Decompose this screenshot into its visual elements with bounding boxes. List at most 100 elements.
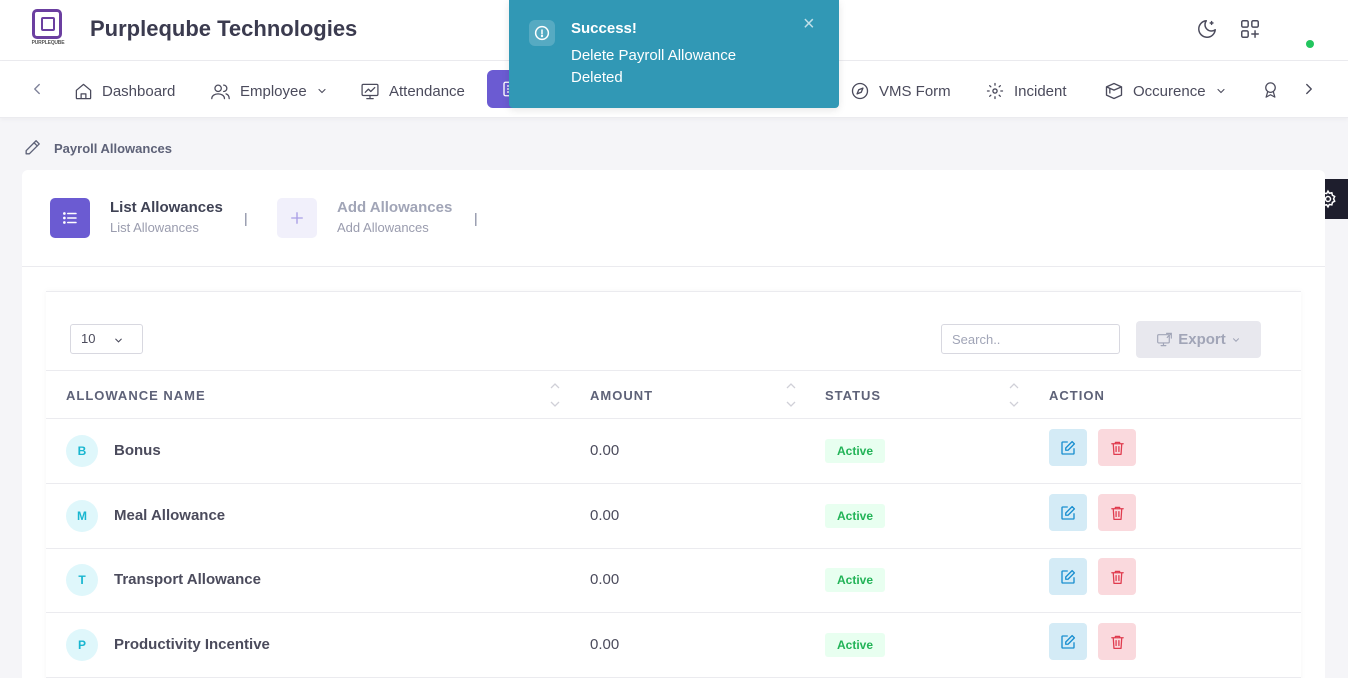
box-icon	[1105, 82, 1123, 100]
plus-icon	[291, 212, 303, 224]
nav-scroll-right-icon[interactable]	[1300, 80, 1318, 98]
nav-item-attendance[interactable]: Attendance	[360, 74, 465, 108]
export-button[interactable]: Export	[1136, 321, 1261, 358]
edit-icon	[1061, 440, 1076, 455]
apps-grid-icon[interactable]	[1239, 18, 1261, 40]
toast-message: Delete Payroll Allowance Deleted	[571, 47, 737, 86]
chevron-down-icon	[115, 338, 122, 343]
nav-item-label: VMS Form	[879, 82, 951, 100]
toast-close-button[interactable]: ×	[803, 14, 815, 34]
success-toast: Success! Delete Payroll Allowance Delete…	[509, 0, 839, 108]
online-status-dot	[1306, 40, 1314, 48]
nav-item-label: Dashboard	[102, 82, 176, 100]
nav-item-vms-form[interactable]: VMS Form	[850, 74, 951, 108]
allowance-name: Meal Allowance	[114, 507, 226, 524]
tabs-bar: List Allowances List Allowances | Add Al…	[22, 170, 1325, 267]
edit-icon	[1061, 505, 1076, 520]
sort-icon[interactable]	[549, 381, 561, 409]
table-panel: 10 Export ALLOWANCE NAME AMOUNT STATUS A…	[46, 291, 1301, 678]
column-header-action: ACTION	[1049, 388, 1105, 403]
status-badge: Active	[825, 568, 885, 592]
column-header-allowance-name[interactable]: ALLOWANCE NAME	[66, 388, 206, 403]
column-header-amount[interactable]: AMOUNT	[590, 388, 653, 403]
tab-list-allowances[interactable]: List Allowances	[110, 199, 223, 216]
allowance-name: Transport Allowance	[114, 571, 261, 588]
table-row: B Bonus 0.00 Active	[46, 419, 1301, 484]
trash-icon	[1110, 635, 1124, 649]
nav-item-dashboard[interactable]: Dashboard	[74, 74, 175, 108]
company-name: Purpleqube Technologies	[90, 16, 358, 41]
edit-button[interactable]	[1049, 558, 1087, 595]
scan-icon	[986, 82, 1004, 100]
table-row: P Productivity Incentive 0.00 Active	[46, 613, 1301, 678]
search-input[interactable]	[941, 324, 1120, 354]
page-title: Payroll Allowances	[54, 141, 173, 156]
allowance-name: Productivity Incentive	[114, 636, 270, 653]
tab-separator: |	[244, 210, 248, 226]
toast-title: Success!	[571, 20, 637, 37]
delete-button[interactable]	[1098, 623, 1136, 660]
nav-item-employee[interactable]: Employee	[210, 74, 328, 108]
edit-icon	[1061, 634, 1076, 649]
nav-item-label: Employee	[240, 82, 307, 100]
tab-add-allowances-icon[interactable]	[277, 198, 317, 238]
page-length-value: 10	[81, 331, 96, 346]
chevron-down-icon	[318, 88, 326, 94]
logo-text: PURPLEQUBE	[31, 40, 65, 46]
allowance-name: Bonus	[114, 442, 161, 459]
edit-pen-icon	[25, 140, 40, 155]
edit-icon	[1061, 569, 1076, 584]
trash-icon	[1110, 441, 1124, 455]
export-monitor-icon	[1157, 332, 1173, 347]
sort-icon[interactable]	[1008, 381, 1020, 409]
delete-button[interactable]	[1098, 429, 1136, 466]
avatar: P	[66, 629, 98, 661]
status-badge: Active	[825, 504, 885, 528]
info-icon	[529, 20, 555, 46]
table-row: T Transport Allowance 0.00 Active	[46, 548, 1301, 613]
table-row: M Meal Allowance 0.00 Active	[46, 484, 1301, 549]
page-length-select[interactable]: 10	[70, 324, 143, 354]
tab-list-allowances-icon[interactable]	[50, 198, 90, 238]
avatar: B	[66, 435, 98, 467]
tab-list-allowances-subtitle: List Allowances	[110, 220, 199, 235]
compass-icon	[851, 82, 869, 100]
nav-scroll-left-icon[interactable]	[28, 80, 46, 98]
nav-item-incident[interactable]: Incident	[985, 74, 1067, 108]
moon-icon[interactable]	[1196, 18, 1218, 40]
column-header-status[interactable]: STATUS	[825, 388, 881, 403]
nav-item-occurence[interactable]: Occurence	[1104, 74, 1227, 108]
edit-button[interactable]	[1049, 494, 1087, 531]
edit-button[interactable]	[1049, 429, 1087, 466]
status-badge: Active	[825, 633, 885, 657]
users-icon	[211, 84, 230, 99]
award-icon[interactable]	[1261, 80, 1280, 100]
delete-button[interactable]	[1098, 558, 1136, 595]
chevron-down-icon	[1216, 88, 1225, 94]
allowances-card: List Allowances List Allowances | Add Al…	[22, 170, 1325, 678]
edit-button[interactable]	[1049, 623, 1087, 660]
allowance-amount: 0.00	[590, 571, 620, 588]
home-icon	[75, 83, 92, 99]
sort-icon[interactable]	[785, 381, 797, 409]
monitor-chart-icon	[361, 83, 379, 99]
allowance-amount: 0.00	[590, 636, 620, 653]
table-header: ALLOWANCE NAME AMOUNT STATUS ACTION	[46, 370, 1301, 419]
avatar: M	[66, 500, 98, 532]
tab-add-allowances-subtitle: Add Allowances	[337, 220, 429, 235]
company-logo[interactable]: PURPLEQUBE	[28, 9, 68, 49]
status-badge: Active	[825, 439, 885, 463]
allowance-amount: 0.00	[590, 507, 620, 524]
tab-separator: |	[474, 210, 478, 226]
avatar: T	[66, 564, 98, 596]
trash-icon	[1110, 570, 1124, 584]
list-icon	[63, 212, 77, 224]
tab-add-allowances[interactable]: Add Allowances	[337, 199, 452, 216]
delete-button[interactable]	[1098, 494, 1136, 531]
nav-item-label: Attendance	[389, 82, 465, 100]
nav-item-label: Incident	[1014, 82, 1067, 100]
trash-icon	[1110, 506, 1124, 520]
chevron-down-icon	[1232, 337, 1239, 342]
export-label: Export	[1178, 331, 1226, 348]
allowance-amount: 0.00	[590, 442, 620, 459]
